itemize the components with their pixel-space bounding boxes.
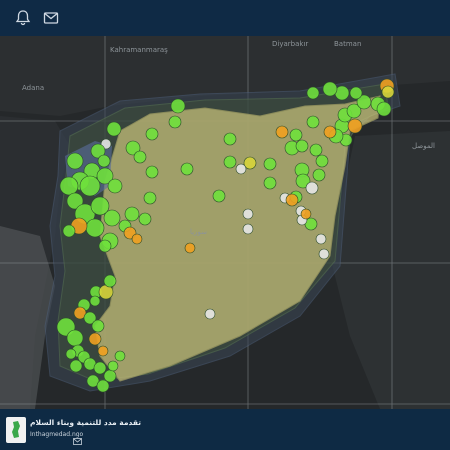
map-marker[interactable] <box>295 139 309 153</box>
map-marker[interactable] <box>306 86 320 100</box>
map-marker[interactable] <box>124 206 140 222</box>
map-marker[interactable] <box>65 348 77 360</box>
map-marker[interactable] <box>289 128 303 142</box>
map-marker[interactable] <box>315 233 327 245</box>
map-marker[interactable] <box>88 332 102 346</box>
map-marker[interactable] <box>145 127 159 141</box>
map-marker[interactable] <box>145 165 159 179</box>
map-marker[interactable] <box>312 168 326 182</box>
map-marker[interactable] <box>103 274 117 288</box>
map-marker[interactable] <box>184 242 196 254</box>
label-adana: Adana <box>22 84 44 92</box>
map-marker[interactable] <box>323 125 337 139</box>
map-marker[interactable] <box>107 360 119 372</box>
map-marker[interactable] <box>103 369 117 383</box>
map-marker[interactable] <box>79 175 101 197</box>
map-marker[interactable] <box>381 85 395 99</box>
map-marker[interactable] <box>263 176 277 190</box>
footer-bar <box>0 409 450 450</box>
map-marker[interactable] <box>89 295 101 307</box>
map-marker[interactable] <box>305 181 319 195</box>
map-marker[interactable] <box>69 359 83 373</box>
map-marker[interactable] <box>309 143 323 157</box>
map-marker[interactable] <box>98 239 112 253</box>
map-marker[interactable] <box>212 189 226 203</box>
map-marker[interactable] <box>242 208 254 220</box>
map-marker[interactable] <box>66 152 84 170</box>
map-marker[interactable] <box>133 150 147 164</box>
top-bar <box>0 0 450 36</box>
map-marker[interactable] <box>223 155 237 169</box>
map-marker[interactable] <box>347 118 363 134</box>
map-marker[interactable] <box>275 125 289 139</box>
map-view[interactable]: Kahramanmaraş Adana Diyarbakır Batman ال… <box>0 36 450 409</box>
map-marker[interactable] <box>300 208 312 220</box>
map-marker[interactable] <box>204 308 216 320</box>
label-batman: Batman <box>334 40 361 48</box>
map-marker[interactable] <box>349 86 363 100</box>
map-marker[interactable] <box>91 319 105 333</box>
map-marker[interactable] <box>223 132 237 146</box>
map-marker[interactable] <box>143 191 157 205</box>
mail-icon[interactable] <box>42 9 60 27</box>
map-marker[interactable] <box>242 223 254 235</box>
organization-logo <box>6 417 26 443</box>
map-marker[interactable] <box>62 224 76 238</box>
map-marker[interactable] <box>322 81 338 97</box>
map-marker[interactable] <box>138 212 152 226</box>
label-mosul: الموصل <box>412 142 435 150</box>
map-marker[interactable] <box>131 233 143 245</box>
map-marker[interactable] <box>170 98 186 114</box>
map-marker[interactable] <box>114 350 126 362</box>
map-marker[interactable] <box>306 115 320 129</box>
map-marker[interactable] <box>285 193 299 207</box>
org-name: تقدمة مدد للتنمية وبناء السلام <box>30 418 142 427</box>
label-diyarbakir: Diyarbakır <box>272 40 308 48</box>
map-marker[interactable] <box>180 162 194 176</box>
map-marker[interactable] <box>263 157 277 171</box>
map-marker[interactable] <box>168 115 182 129</box>
map-marker[interactable] <box>59 176 79 196</box>
map-marker[interactable] <box>97 345 109 357</box>
map-marker[interactable] <box>96 379 110 393</box>
map-marker[interactable] <box>107 178 123 194</box>
map-marker[interactable] <box>376 101 392 117</box>
map-marker[interactable] <box>85 218 105 238</box>
map-canvas: Kahramanmaraş Adana Diyarbakır Batman ال… <box>0 36 450 409</box>
map-marker[interactable] <box>106 121 122 137</box>
map-marker[interactable] <box>93 361 107 375</box>
map-marker[interactable] <box>318 248 330 260</box>
map-marker[interactable] <box>315 154 329 168</box>
bell-icon[interactable] <box>14 9 32 27</box>
map-marker[interactable] <box>97 154 111 168</box>
label-syria: سوريا <box>190 228 207 236</box>
mail-icon[interactable] <box>73 430 82 445</box>
map-marker[interactable] <box>235 163 247 175</box>
label-kahramanmaras: Kahramanmaraş <box>110 46 168 54</box>
map-marker[interactable] <box>66 329 84 347</box>
map-marker[interactable] <box>103 209 121 227</box>
